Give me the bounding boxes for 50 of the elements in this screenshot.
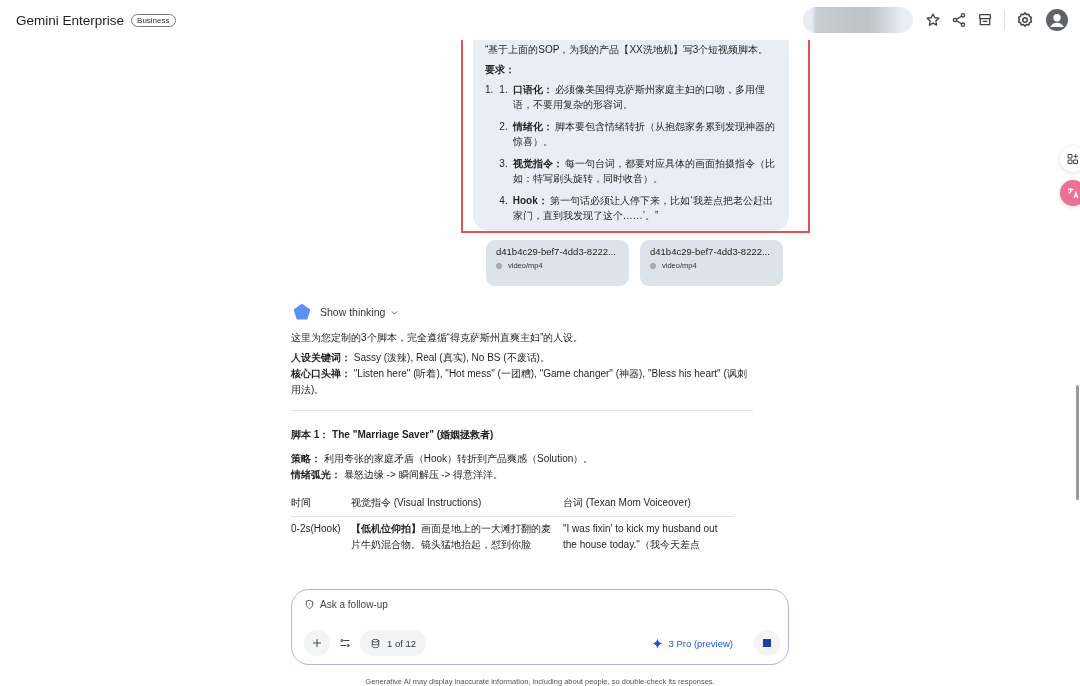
shield-icon xyxy=(304,599,315,610)
database-icon xyxy=(370,637,381,649)
sliders-icon xyxy=(339,637,351,649)
table-cell-text: 0-2s(Hook) xyxy=(291,522,342,536)
table-cell-text: 【低机位仰拍】画面是地上的一大滩打翻的麦片牛奶混合物。镜头猛地抬起，怼到你脸 xyxy=(351,522,552,552)
response-text: 核心口头禅： "Listen here" (听着), "Hot mess" (一团糟), "Game changer" (神器), "Bless his heart" (讽刺用法)。 xyxy=(291,367,748,397)
column-header: 时间 xyxy=(291,496,312,510)
file-type-icon xyxy=(496,262,502,269)
list-number: 4. xyxy=(499,194,508,208)
column-header: 台词 (Texan Mom Voiceover) xyxy=(563,496,692,510)
response-text: 这里为您定制的3个脚本，完全遵循“得克萨斯州直爽主妇”的人设。 xyxy=(291,331,585,345)
stop-button[interactable] xyxy=(754,630,780,656)
plus-icon xyxy=(311,637,323,649)
file-name: d41b4c29-bef7-4dd3-8222... xyxy=(496,246,617,257)
list-number: 2. xyxy=(499,120,508,134)
add-button[interactable] xyxy=(304,630,330,656)
list-item-text: 情绪化： 脚本要包含情绪转折（从抱怨家务累到发现神器的惊喜）。 xyxy=(512,120,777,149)
share-icon xyxy=(951,12,967,28)
side-apps-button[interactable] xyxy=(1060,146,1080,172)
sources-button[interactable]: 1 of 12 xyxy=(360,630,427,656)
account-avatar[interactable] xyxy=(1046,9,1068,31)
grid-plus-icon xyxy=(1067,153,1079,165)
list-number: 1. xyxy=(485,83,494,97)
response-text: 情绪弧光： 暴怒边缘 -> 瞬间解压 -> 得意洋洋。 xyxy=(291,468,505,482)
show-thinking-button[interactable]: Show thinking xyxy=(320,306,400,318)
file-type-icon xyxy=(650,262,656,269)
pentagon-icon xyxy=(293,303,311,321)
list-number: 3. xyxy=(499,157,508,171)
prompt-text: “基于上面的SOP，为我的产品【XX洗地机】写3个短视频脚本。 xyxy=(485,43,770,57)
prompt-heading: 要求： xyxy=(485,63,516,77)
response-text: 人设关键词： Sassy (泼辣), Real (真实), No BS (不废话)。 xyxy=(291,351,551,365)
file-name: d41b4c29-bef7-4dd3-8222... xyxy=(650,246,771,257)
table-cell-text: "I was fixin' to kick my husband out the house today."（我今天差点 xyxy=(563,522,719,552)
list-number: 1. xyxy=(499,83,508,97)
list-item-text: 视觉指令： 每一句台词，都要对应具体的画面拍摄指令（比如：特写刷头旋转，同时收音）。 xyxy=(512,157,777,186)
response-text: 策略： 利用夸张的家庭矛盾（Hook）转折到产品爽感（Solution）。 xyxy=(291,452,595,466)
sparkle-icon xyxy=(651,637,663,649)
scrollbar-thumb[interactable] xyxy=(1076,385,1079,500)
column-header: 视觉指令 (Visual Instructions) xyxy=(351,496,483,510)
person-silhouette-icon xyxy=(1046,9,1068,31)
stop-icon xyxy=(763,639,771,647)
settings-icon xyxy=(1016,11,1034,29)
model-selector[interactable]: 3 Pro (preview) xyxy=(645,636,739,650)
app-title: Gemini Enterprise xyxy=(16,12,125,28)
list-item-text: 口语化： 必须像美国得克萨斯州家庭主妇的口吻，多用俚语，不要用复杂的形容词。 xyxy=(512,83,767,112)
list-item-text: Hook： 第一句话必须让人停下来，比如‘我差点把老公赶出家门，直到我发现了这个……’。” xyxy=(512,194,774,223)
tray-icon xyxy=(977,12,993,28)
star-icon xyxy=(925,12,941,28)
translate-button[interactable] xyxy=(1060,180,1080,206)
script-title: 脚本 1： The "Marriage Saver" (婚姻拯救者) xyxy=(291,428,495,442)
